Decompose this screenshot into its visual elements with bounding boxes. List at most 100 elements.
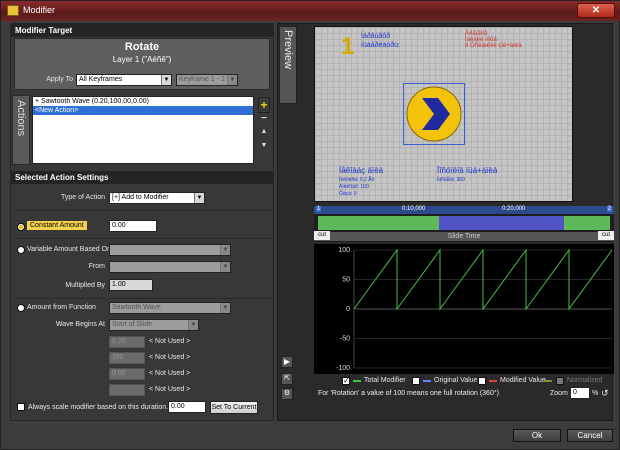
variable-amount-radio[interactable] — [17, 246, 25, 254]
legend-checkbox-total[interactable] — [342, 376, 350, 385]
variable-amount-select[interactable]: ▼ — [109, 244, 231, 256]
cut-end[interactable]: cut — [598, 231, 614, 240]
add-action-button[interactable]: + — [258, 97, 270, 113]
graph-svg: 100 50 0 -50 -100 — [336, 247, 613, 372]
wave-begins-select[interactable]: Start of Slide ▼ — [109, 319, 199, 331]
param-label-2: < Not Used > — [149, 354, 191, 361]
slide-red-lines: Âðãìãïíå Ìàêàëè ïéôá ë Ôñëæêéè çïé+àíéá — [465, 31, 522, 49]
timeline-start-marker[interactable]: 1 — [316, 206, 322, 212]
rotating-arrow-icon — [406, 86, 462, 142]
modifier-graph[interactable]: 100 50 0 -50 -100 — [314, 244, 614, 374]
param-input-3[interactable]: 0.00 — [109, 368, 145, 380]
cancel-button[interactable]: Cancel — [567, 429, 613, 442]
zoom-label: Zoom — [550, 390, 568, 397]
chevron-down-icon: ▼ — [220, 303, 230, 313]
legend-checkbox-original[interactable] — [412, 377, 420, 385]
slide-number: 1 — [341, 33, 355, 60]
constant-amount-radio[interactable] — [17, 223, 25, 231]
settings-icon[interactable]: ⚙ — [281, 388, 293, 400]
actions-tab[interactable]: Actions — [12, 95, 30, 165]
scale-duration-input[interactable]: 0.00 — [168, 401, 206, 413]
timeline-end-marker[interactable]: 2 — [606, 206, 612, 212]
y-tick-label: 100 — [338, 247, 350, 254]
close-button[interactable]: ✕ — [577, 3, 615, 18]
export-icon[interactable]: ⇱ — [281, 373, 293, 385]
slide-row: Íéëòëñá: 0.2 Ãö — [339, 177, 375, 183]
set-to-current-button[interactable]: Set To Current — [210, 401, 258, 414]
ok-button[interactable]: Ok — [513, 429, 561, 442]
legend-swatch — [423, 380, 431, 382]
constant-amount-input[interactable]: 0.00 — [109, 220, 157, 232]
move-up-button[interactable]: ▲ — [258, 128, 270, 135]
keyframe-select[interactable]: Keyframe 1 - 2 ▼ — [176, 74, 238, 86]
modifier-name: Rotate — [124, 41, 160, 53]
from-select[interactable]: ▼ — [109, 261, 231, 273]
chevron-down-icon: ▼ — [220, 262, 230, 272]
from-label: From — [88, 263, 105, 270]
wave-begins-value: Start of Slide — [112, 321, 153, 328]
chevron-down-icon: ▼ — [220, 245, 230, 255]
scale-duration-label: Always scale modifier based on this dura… — [28, 404, 169, 411]
legend-checkbox-normalized[interactable] — [556, 377, 564, 385]
slide-row: Ôàçà: 0 — [339, 191, 357, 197]
reset-zoom-icon[interactable]: ↺ — [601, 388, 609, 399]
modifier-window: Modifier ✕ Modifier Target Rotate Layer … — [0, 0, 620, 450]
app-icon — [7, 5, 19, 16]
zoom-input[interactable]: 0 — [570, 387, 590, 399]
function-label: Amount from Function — [27, 304, 96, 311]
play-icon[interactable]: ▶ — [281, 356, 293, 368]
legend-label: Original Value — [434, 377, 478, 384]
remove-action-button[interactable]: − — [258, 113, 270, 124]
list-item[interactable]: <New Action> — [33, 106, 253, 115]
graph-legend: Total Modifier Original Value Modified V… — [338, 375, 614, 387]
modifier-layer: Layer 1 ("Aéñê") — [112, 55, 172, 64]
list-item[interactable]: + Sawtooth Wave (0.20,100.00,0.00) — [33, 97, 253, 106]
preview-tab[interactable]: Preview — [279, 26, 297, 104]
param-input-1[interactable]: 0.20 — [109, 336, 145, 348]
divider — [13, 210, 271, 211]
zoom-unit: % — [592, 390, 599, 397]
legend-swatch — [489, 380, 497, 382]
chevron-down-icon: ▼ — [161, 75, 171, 85]
slide-bottom-right-title: Ïîñóïéïä ïüá+àïèà — [437, 166, 498, 175]
param-input-4[interactable] — [109, 384, 145, 396]
legend-label: Normalized — [567, 377, 603, 384]
param-label-3: < Not Used > — [149, 370, 191, 377]
param-label-4: < Not Used > — [149, 386, 191, 393]
function-radio[interactable] — [17, 304, 25, 312]
selected-action-heading: Selected Action Settings — [11, 171, 273, 184]
y-tick-label: -50 — [340, 336, 350, 343]
param-input-2[interactable]: 100 — [109, 352, 145, 364]
rotation-note: For 'Rotation' a value of 100 means one … — [318, 390, 499, 397]
legend-swatch — [353, 380, 361, 382]
scale-duration-checkbox[interactable] — [17, 403, 25, 411]
slide-line-2: Íüàåðèàóðü: — [361, 42, 400, 49]
constant-amount-label: Constant Amount — [27, 221, 87, 230]
wave-begins-label: Wave Begins At — [55, 321, 105, 328]
slide-row: Àìëèîïáïï: 100 — [339, 184, 369, 190]
legend-checkbox-modified[interactable] — [478, 377, 486, 385]
apply-to-select[interactable]: All Keyframes ▼ — [76, 74, 172, 86]
actions-tab-label: Actions — [15, 100, 27, 137]
slide-preview: 1 Íáðãúãôð Íüàåðèàóðü: Âðãìãïíå Ìàêàëè ï… — [314, 26, 573, 202]
timeline-time-2: 0:20,000 — [502, 206, 526, 212]
chevron-down-icon: ▼ — [194, 193, 204, 203]
type-of-action-select[interactable]: [+] Add to Modifier ▼ — [109, 192, 205, 204]
timeline-transition-segment — [439, 216, 564, 230]
multiplied-by-label: Multiplied By — [65, 282, 105, 289]
divider — [13, 238, 271, 239]
multiplied-by-input[interactable]: 1.00 — [109, 279, 153, 291]
left-panel: Modifier Target Rotate Layer 1 ("Aéñê") … — [10, 23, 274, 421]
cut-start[interactable]: cut — [314, 231, 330, 240]
chevron-down-icon: ▼ — [227, 75, 237, 85]
chevron-down-icon: ▼ — [188, 320, 198, 330]
timeline[interactable]: 1 0:10,000 0:20,000 2 Slide Time cut cut — [314, 206, 614, 242]
param-label-1: < Not Used > — [149, 338, 191, 345]
function-select[interactable]: Sawtooth Wave ▼ — [109, 302, 231, 314]
slide-bottom-left-rows: Íéëòëñá: 0.2 Ãö Àìëèîïáïï: 100 Ôàçà: 0 — [339, 177, 374, 198]
selection-box[interactable] — [403, 83, 465, 145]
actions-list[interactable]: + Sawtooth Wave (0.20,100.00,0.00) <New … — [32, 96, 254, 164]
move-down-button[interactable]: ▼ — [258, 142, 270, 149]
timeline-ruler: 1 0:10,000 0:20,000 2 — [314, 206, 614, 214]
y-tick-label: 50 — [342, 277, 350, 284]
